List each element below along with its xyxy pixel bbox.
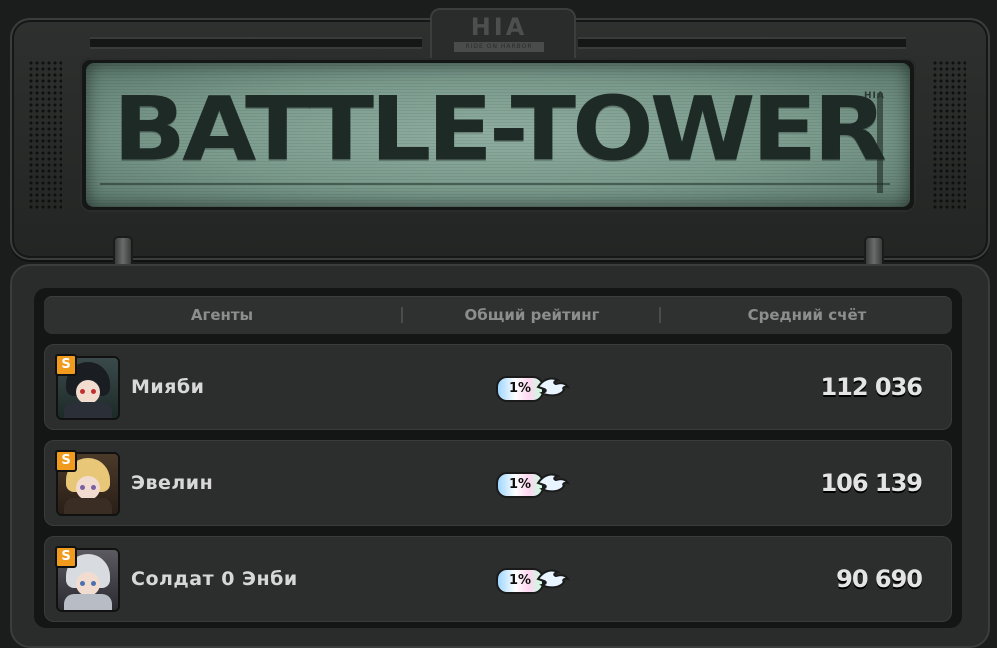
average-score: 112 036 bbox=[820, 373, 923, 401]
table-row[interactable]: S Мияби 1% 112 036 bbox=[44, 344, 952, 430]
speaker-grille-right bbox=[932, 60, 966, 210]
agent-name: Мияби bbox=[131, 376, 205, 398]
header-divider bbox=[401, 307, 403, 323]
meter-label: HIA bbox=[864, 91, 885, 101]
rank-s-badge: S bbox=[55, 450, 77, 472]
battle-tower-title: BATTLE-TOWER bbox=[112, 77, 887, 181]
header-agents: Агенты bbox=[190, 306, 254, 324]
table-row[interactable]: S Эвелин 1% 106 139 bbox=[44, 440, 952, 526]
table-row[interactable]: S Солдат 0 Энби 1% 90 690 bbox=[44, 536, 952, 622]
screen-ruler bbox=[100, 183, 890, 195]
hia-logo: HIA bbox=[470, 13, 528, 41]
top-rail-left bbox=[90, 37, 422, 49]
average-score: 90 690 bbox=[836, 565, 923, 593]
agent-name: Эвелин bbox=[131, 472, 214, 494]
title-screen: BATTLE-TOWER HIA bbox=[86, 63, 910, 207]
speaker-grille-left bbox=[28, 60, 62, 210]
header-divider bbox=[659, 307, 661, 323]
signal-meter bbox=[866, 93, 894, 193]
agent-name: Солдат 0 Энби bbox=[131, 568, 298, 590]
rank-s-badge: S bbox=[55, 546, 77, 568]
average-score: 106 139 bbox=[820, 469, 923, 497]
top-rail-right bbox=[578, 37, 906, 49]
rank-s-badge: S bbox=[55, 354, 77, 376]
flame-icon bbox=[536, 473, 570, 493]
header-overall-rating: Общий рейтинг bbox=[464, 306, 600, 324]
header-average-score: Средний счёт bbox=[747, 306, 867, 324]
flame-icon bbox=[536, 377, 570, 397]
hia-logo-subtitle: RIDE ON HARBOR bbox=[454, 42, 544, 52]
flame-icon bbox=[536, 569, 570, 589]
